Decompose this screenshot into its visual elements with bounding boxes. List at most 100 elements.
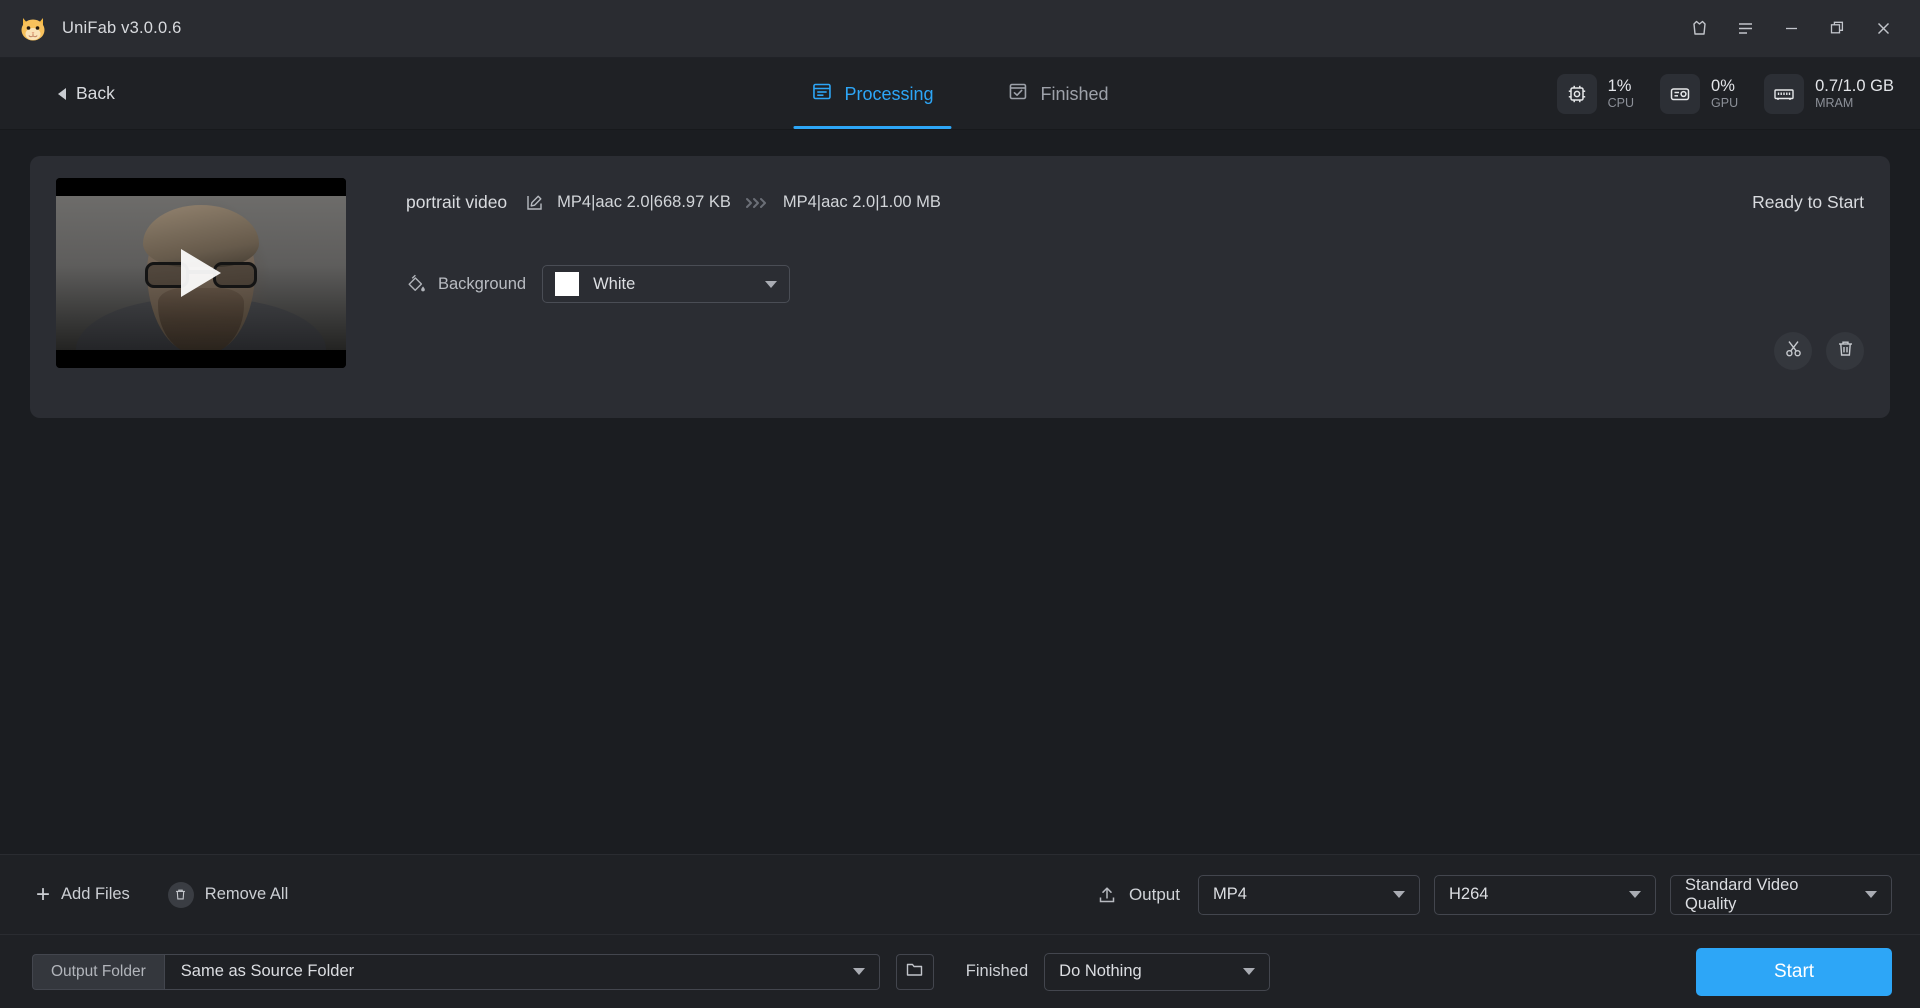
sysmon-cpu: 1% CPU [1556,73,1634,114]
plus-icon: + [36,880,51,908]
tab-processing-label: Processing [844,83,934,104]
menu-icon[interactable] [1722,7,1768,51]
background-color-value: White [593,274,636,293]
file-actions: + Add Files Remove All [32,876,292,914]
gpu-icon [1660,73,1701,114]
source-format: MP4|aac 2.0|668.97 KB [557,193,731,211]
job-action-buttons [1774,332,1864,370]
back-button-label: Back [76,83,115,103]
output-folder-value: Same as Source Folder [180,962,355,980]
background-label: Background [438,274,527,293]
job-details: portrait video MP4|aac 2.0|668.97 KB MP4… [346,178,1864,396]
job-title: portrait video [406,192,508,212]
output-codec-value: H264 [1449,885,1489,903]
output-label: Output [1128,884,1180,904]
tab-processing[interactable]: Processing [793,58,952,129]
unifab-window: UniFab v3.0.0.6 Back Processing Finished… [0,0,1920,1008]
status-badge: Ready to Start [1752,192,1864,212]
output-settings: Output MP4 H264 Standard Video Quality [1097,874,1892,915]
title-bar: UniFab v3.0.0.6 [0,0,1920,58]
upload-icon [1097,885,1117,905]
tab-finished-label: Finished [1040,83,1109,104]
sysmon-mram: 0.7/1.0 GB MRAM [1764,73,1894,114]
minimize-icon[interactable] [1768,7,1814,51]
app-brand: UniFab v3.0.0.6 [18,15,181,43]
output-folder-label: Output Folder [32,953,164,990]
sysmon-gpu-label: GPU [1711,95,1739,110]
gift-icon[interactable] [1676,7,1722,51]
job-right-panel: Ready to Start [1752,178,1864,396]
main-content: portrait video MP4|aac 2.0|668.97 KB MP4… [0,130,1920,854]
sysmon-gpu-value: 0% [1711,76,1735,95]
play-icon[interactable] [181,249,221,297]
bottom-toolbar: + Add Files Remove All Output MP4 H264 S… [0,854,1920,934]
letterbox-bottom [56,350,346,368]
browse-folder-button[interactable] [895,953,934,990]
tab-finished[interactable]: Finished [1000,58,1117,129]
tab-bar: Processing Finished [793,58,1117,129]
output-codec-select[interactable]: H264 [1434,874,1656,915]
color-swatch [555,272,580,296]
output-quality-value: Standard Video Quality [1685,875,1799,913]
chevron-down-icon [765,280,778,288]
chevron-down-icon [1243,968,1256,975]
background-label-wrap: Background [406,274,526,294]
sysmon-mram-value: 0.7/1.0 GB [1815,76,1894,95]
app-title: UniFab v3.0.0.6 [62,19,182,37]
sysmon-cpu-text: 1% CPU [1608,77,1634,111]
remove-all-label: Remove All [204,885,289,903]
background-color-select[interactable]: White [542,265,791,303]
chevron-left-icon [58,87,66,100]
background-setting-row: Background White [406,265,1864,303]
finished-action-value: Do Nothing [1059,962,1142,980]
sysmon-mram-label: MRAM [1815,95,1854,110]
output-folder-select[interactable]: Same as Source Folder [163,953,880,990]
job-format-group: MP4|aac 2.0|668.97 KB MP4|aac 2.0|1.00 M… [525,193,941,212]
output-folder-field: Output Folder Same as Source Folder [32,953,880,990]
delete-button[interactable] [1826,332,1864,370]
finished-action-select[interactable]: Do Nothing [1044,952,1271,991]
output-quality-select[interactable]: Standard Video Quality [1670,874,1892,915]
remove-all-button[interactable]: Remove All [164,876,292,914]
sysmon-gpu-text: 0% GPU [1711,77,1738,111]
chevron-down-icon [1629,891,1641,898]
system-monitor: 1% CPU 0% GPU 0.7/1.0 GB MRAM [1556,73,1894,114]
sysmon-gpu: 0% GPU [1660,73,1738,114]
paint-bucket-icon [406,274,426,294]
finished-action-label: Finished [965,962,1029,980]
edit-icon[interactable] [525,193,544,212]
trim-button[interactable] [1774,332,1812,370]
chevron-down-icon [1393,891,1405,898]
target-format: MP4|aac 2.0|1.00 MB [782,193,941,211]
sysmon-mram-text: 0.7/1.0 GB MRAM [1815,77,1894,111]
maximize-icon[interactable] [1814,7,1860,51]
list-panel-icon [811,81,832,107]
cat-logo-icon [18,15,48,43]
nav-bar: Back Processing Finished 1% CPU 0% GPU 0… [0,58,1920,130]
trash-icon [167,881,194,908]
sysmon-cpu-value: 1% [1607,76,1632,95]
job-card: portrait video MP4|aac 2.0|668.97 KB MP4… [30,156,1890,418]
window-controls [1676,7,1906,51]
trash-icon [1836,339,1855,363]
checkbox-icon [1008,81,1029,107]
chevron-down-icon [852,968,865,975]
video-thumbnail[interactable] [56,178,346,368]
output-label-wrap: Output [1097,885,1180,905]
letterbox-top [56,178,346,196]
status-bar: Output Folder Same as Source Folder Fini… [0,934,1920,1008]
triple-chevron-right-icon [744,196,770,210]
add-files-button[interactable]: + Add Files [32,877,134,913]
cpu-icon [1556,73,1597,114]
sysmon-cpu-label: CPU [1607,95,1635,110]
chevron-down-icon [1865,891,1877,898]
output-format-value: MP4 [1213,885,1247,903]
back-button[interactable]: Back [44,75,129,112]
scissors-icon [1784,339,1803,363]
add-files-label: Add Files [61,885,130,903]
output-format-select[interactable]: MP4 [1198,874,1420,915]
close-icon[interactable] [1860,7,1906,51]
ram-icon [1764,73,1805,114]
job-info-row: portrait video MP4|aac 2.0|668.97 KB MP4… [406,178,1864,213]
start-button[interactable]: Start [1696,947,1892,996]
